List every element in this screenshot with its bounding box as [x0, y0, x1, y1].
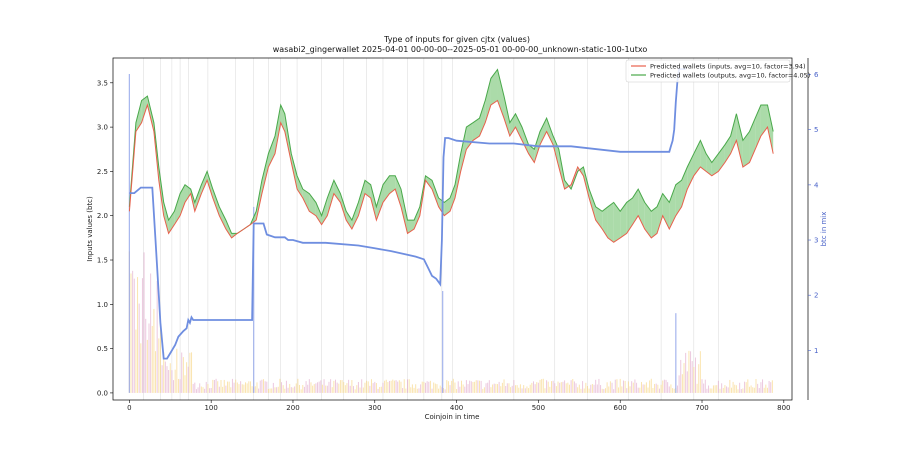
fill-segment: [644, 202, 652, 238]
x-tick-label: 500: [532, 404, 545, 412]
fill-segment: [736, 113, 743, 167]
y-tick-label: 0.0: [97, 389, 108, 397]
legend-label-inputs: Predicted wallets (inputs, avg=10, facto…: [650, 63, 806, 71]
right-tick-label: 2: [814, 292, 818, 300]
y-tick-label: 3.5: [97, 79, 108, 87]
x-tick-label: 700: [695, 404, 708, 412]
fill-segment: [168, 211, 175, 234]
y-tick-label: 2.5: [97, 168, 108, 176]
right-tick-label: 3: [814, 237, 818, 245]
fill-segment: [515, 113, 523, 141]
fill-segment: [485, 78, 491, 123]
right-tick-label: 6: [814, 71, 819, 79]
fill-segment: [742, 131, 750, 167]
y-tick-label: 1.0: [97, 301, 108, 309]
volume-bars: [128, 73, 773, 393]
y-tick-label: 2.0: [97, 212, 108, 220]
right-axis-title: btc in mix: [820, 212, 828, 247]
fill-segment: [509, 113, 516, 136]
x-tick-label: 0: [127, 404, 131, 412]
x-tick-label: 100: [204, 404, 217, 412]
y-axis-title: Inputs values (btc): [86, 196, 94, 262]
right-axis-ticks: 1 2 3 4 5 6: [808, 71, 819, 355]
fill-segment: [607, 202, 614, 243]
x-tick-label: 200: [286, 404, 299, 412]
y-tick-label: 0.5: [97, 345, 108, 353]
fill-segment: [613, 202, 621, 243]
chart-svg: Type of inputs for given cjtx (values) w…: [86, 35, 828, 421]
chart-title: Type of inputs for given cjtx (values): [383, 35, 530, 44]
fill-segment: [620, 202, 627, 238]
series-lines: [128, 68, 774, 360]
x-axis-ticks: 0 100 200 300 400 500 600 700 800: [127, 400, 791, 412]
fill-segment: [687, 153, 694, 190]
fill-segment: [693, 140, 701, 176]
x-tick-label: 800: [777, 404, 790, 412]
fill-segment: [479, 100, 486, 136]
fill-segment: [651, 206, 658, 238]
x-axis-title: Coinjoin in time: [425, 413, 480, 421]
y-axis-ticks: 0.0 0.5 1.0 1.5 2.0 2.5 3.0 3.5: [97, 79, 113, 397]
y-tick-label: 3.0: [97, 124, 108, 132]
chart-subtitle: wasabi2_gingerwallet 2025-04-01 00-00-00…: [273, 45, 648, 54]
fill-segment: [700, 140, 707, 172]
legend-label-outputs: Predicted wallets (outputs, avg=10, fact…: [650, 72, 810, 80]
legend: Predicted wallets (inputs, avg=10, facto…: [625, 59, 810, 83]
y-tick-label: 1.5: [97, 257, 108, 265]
x-tick-label: 300: [368, 404, 381, 412]
x-tick-label: 600: [614, 404, 627, 412]
fill-segment: [540, 118, 547, 145]
fill-segment: [346, 211, 352, 229]
right-tick-label: 4: [814, 181, 819, 189]
right-tick-label: 5: [814, 126, 818, 134]
fill-segment: [490, 69, 498, 105]
right-tick-label: 1: [814, 347, 818, 355]
fill-segment: [662, 193, 670, 229]
x-tick-label: 400: [450, 404, 463, 412]
